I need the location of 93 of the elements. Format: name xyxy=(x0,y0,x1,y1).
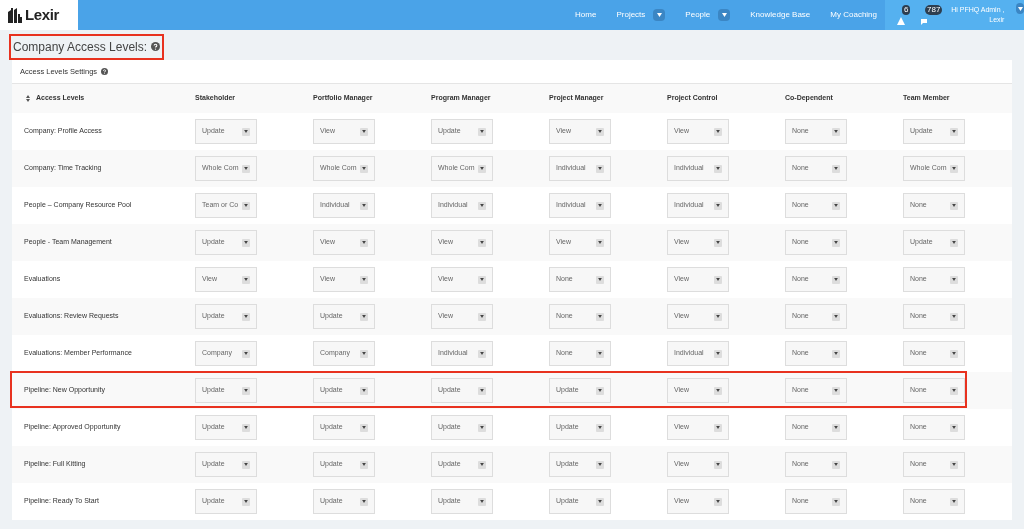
count-badge: 6 xyxy=(902,5,911,15)
caret-icon xyxy=(832,201,840,210)
caret-icon xyxy=(950,164,958,173)
caret-icon xyxy=(478,201,486,210)
caret-icon xyxy=(714,312,722,321)
caret-icon xyxy=(596,423,604,432)
caret-icon xyxy=(832,312,840,321)
sort-icon[interactable] xyxy=(26,95,30,102)
caret-icon xyxy=(360,423,368,432)
caret-icon xyxy=(478,497,486,506)
caret-icon xyxy=(478,275,486,284)
caret-icon xyxy=(656,13,662,17)
caret-icon xyxy=(832,349,840,358)
caret-icon xyxy=(950,497,958,506)
caret-icon xyxy=(832,127,840,136)
caret-icon xyxy=(242,349,250,358)
caret-icon xyxy=(832,164,840,173)
caret-icon xyxy=(950,312,958,321)
logo-text: Lexir xyxy=(25,4,59,25)
caret-icon xyxy=(360,238,368,247)
count-badge: 787 xyxy=(925,5,943,15)
caret-icon xyxy=(478,238,486,247)
caret-icon xyxy=(832,460,840,469)
caret-icon xyxy=(832,238,840,247)
caret-icon xyxy=(714,349,722,358)
caret-icon xyxy=(242,386,250,395)
caret-icon xyxy=(832,497,840,506)
heading-text: Company Access Levels: xyxy=(13,38,148,56)
caret-icon xyxy=(714,497,722,506)
caret-icon xyxy=(242,238,250,247)
caret-icon xyxy=(242,460,250,469)
caret-icon xyxy=(360,127,368,136)
caret-icon xyxy=(360,164,368,173)
caret-icon xyxy=(242,423,250,432)
help-icon[interactable] xyxy=(101,68,109,75)
caret-icon xyxy=(596,497,604,506)
caret-icon xyxy=(832,423,840,432)
caret-icon xyxy=(242,201,250,210)
caret-icon xyxy=(596,275,604,284)
caret-icon xyxy=(360,349,368,358)
caret-icon xyxy=(950,238,958,247)
caret-icon xyxy=(714,460,722,469)
caret-icon xyxy=(596,349,604,358)
caret-icon xyxy=(242,497,250,506)
caret-icon xyxy=(1017,6,1023,11)
caret-icon xyxy=(721,13,727,17)
caret-icon xyxy=(478,423,486,432)
caret-icon xyxy=(714,127,722,136)
caret-icon xyxy=(714,386,722,395)
caret-icon xyxy=(596,460,604,469)
caret-icon xyxy=(242,164,250,173)
caret-icon xyxy=(832,275,840,284)
caret-icon xyxy=(596,386,604,395)
caret-icon xyxy=(950,127,958,136)
caret-icon xyxy=(360,497,368,506)
caret-icon xyxy=(596,312,604,321)
caret-icon xyxy=(832,386,840,395)
caret-icon xyxy=(360,275,368,284)
caret-icon xyxy=(596,201,604,210)
caret-icon xyxy=(950,423,958,432)
caret-icon xyxy=(360,460,368,469)
caret-icon xyxy=(478,460,486,469)
buildings-icon xyxy=(8,7,24,23)
caret-icon xyxy=(714,238,722,247)
caret-icon xyxy=(714,275,722,284)
caret-icon xyxy=(950,460,958,469)
caret-icon xyxy=(478,312,486,321)
caret-icon xyxy=(950,349,958,358)
caret-icon xyxy=(478,349,486,358)
caret-icon xyxy=(242,127,250,136)
caret-icon xyxy=(360,386,368,395)
message-icon[interactable] xyxy=(920,17,929,25)
caret-icon xyxy=(714,201,722,210)
caret-icon xyxy=(596,164,604,173)
caret-icon xyxy=(596,238,604,247)
caret-icon xyxy=(478,164,486,173)
caret-icon xyxy=(360,312,368,321)
caret-icon xyxy=(242,275,250,284)
caret-icon xyxy=(360,201,368,210)
caret-icon xyxy=(714,164,722,173)
caret-icon xyxy=(950,386,958,395)
caret-icon xyxy=(714,423,722,432)
caret-icon xyxy=(950,201,958,210)
caret-icon xyxy=(478,127,486,136)
caret-icon xyxy=(478,386,486,395)
caret-icon xyxy=(950,275,958,284)
dropdown-button[interactable] xyxy=(718,9,731,21)
caret-icon xyxy=(596,127,604,136)
alert-icon[interactable] xyxy=(897,17,905,25)
user-menu-button[interactable] xyxy=(1016,3,1024,14)
dropdown-button[interactable] xyxy=(653,9,666,21)
caret-icon xyxy=(242,312,250,321)
help-icon[interactable] xyxy=(151,42,161,51)
